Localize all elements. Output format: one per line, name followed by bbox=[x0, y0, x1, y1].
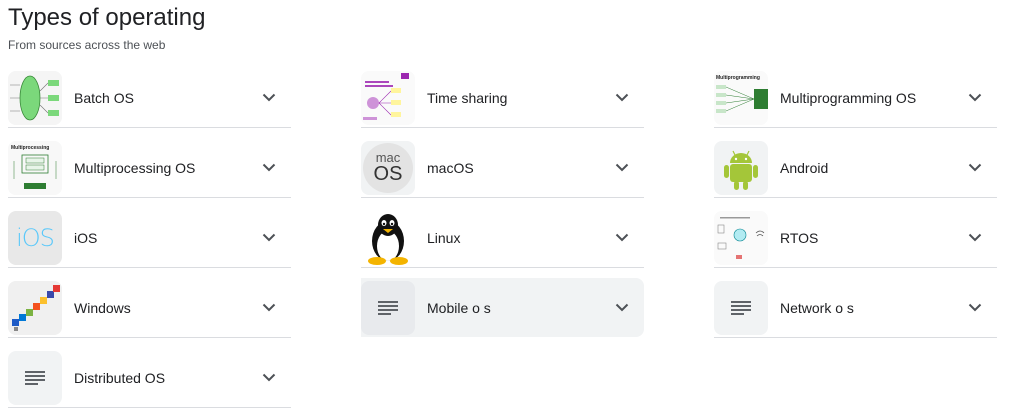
list-item-windows[interactable]: Windows bbox=[8, 278, 291, 338]
item-label: Batch OS bbox=[74, 89, 134, 106]
list-item-ios[interactable]: iOS iOS bbox=[8, 208, 291, 268]
chevron-down-icon[interactable] bbox=[606, 82, 638, 114]
list-item-network-os[interactable]: Network o s bbox=[714, 278, 997, 338]
chevron-down-icon[interactable] bbox=[253, 222, 285, 254]
list-item-multiprocessing-os[interactable]: Multiprocessing Multiprocessing OS bbox=[8, 138, 291, 198]
results-grid: Batch OS Multiprocessing Multiprocessing bbox=[8, 68, 998, 408]
list-item-multiprogramming-os[interactable]: Multiprogramming Multiprogramming OS bbox=[714, 68, 997, 128]
item-label: Network o s bbox=[780, 299, 854, 316]
macos-logo-thumbnail: mac OS bbox=[361, 140, 415, 195]
item-label: Multiprocessing OS bbox=[74, 159, 196, 176]
chevron-down-icon[interactable] bbox=[606, 292, 638, 324]
document-lines-icon bbox=[361, 280, 415, 335]
page-subtitle: From sources across the web bbox=[8, 38, 166, 52]
page-title: Types of operating bbox=[8, 4, 206, 31]
list-item-mobile-os[interactable]: Mobile o s bbox=[361, 278, 644, 337]
multiprogramming-diagram-thumbnail: Multiprogramming bbox=[714, 70, 768, 125]
ios-logo-thumbnail: iOS bbox=[8, 210, 62, 265]
item-label: Time sharing bbox=[427, 89, 508, 106]
android-robot-thumbnail bbox=[714, 140, 768, 195]
column-2: Time sharing mac OS macOS Linux Mobile o… bbox=[361, 68, 644, 347]
rtos-diagram-thumbnail bbox=[714, 210, 768, 265]
chevron-down-icon[interactable] bbox=[959, 292, 991, 324]
chevron-down-icon[interactable] bbox=[959, 82, 991, 114]
list-item-linux[interactable]: Linux bbox=[361, 208, 644, 268]
item-label: iOS bbox=[74, 229, 98, 246]
document-lines-icon bbox=[714, 280, 768, 335]
thumb-text: Multiprocessing bbox=[11, 145, 49, 151]
list-item-macos[interactable]: mac OS macOS bbox=[361, 138, 644, 198]
chevron-down-icon[interactable] bbox=[253, 82, 285, 114]
column-3: Multiprogramming Multiprogramming OS And… bbox=[714, 68, 997, 348]
column-1: Batch OS Multiprocessing Multiprocessing bbox=[8, 68, 291, 418]
item-label: Windows bbox=[74, 299, 131, 316]
chevron-down-icon[interactable] bbox=[959, 152, 991, 184]
multiprocessing-diagram-thumbnail: Multiprocessing bbox=[8, 140, 62, 195]
tux-penguin-thumbnail bbox=[361, 210, 415, 265]
windows-versions-thumbnail bbox=[8, 280, 62, 335]
document-lines-icon bbox=[8, 350, 62, 405]
ios-logo-text: iOS bbox=[16, 223, 55, 252]
item-label: Distributed OS bbox=[74, 369, 166, 386]
chevron-down-icon[interactable] bbox=[606, 152, 638, 184]
item-label: macOS bbox=[427, 159, 474, 176]
list-item-batch-os[interactable]: Batch OS bbox=[8, 68, 291, 128]
list-item-distributed-os[interactable]: Distributed OS bbox=[8, 348, 291, 408]
chevron-down-icon[interactable] bbox=[959, 222, 991, 254]
item-label: Mobile o s bbox=[427, 299, 491, 316]
item-label: Linux bbox=[427, 229, 461, 246]
item-label: Multiprogramming OS bbox=[780, 89, 917, 106]
chevron-down-icon[interactable] bbox=[606, 222, 638, 254]
batch-os-diagram-thumbnail bbox=[8, 70, 62, 125]
thumb-text: Multiprogramming bbox=[716, 75, 760, 81]
list-item-time-sharing[interactable]: Time sharing bbox=[361, 68, 644, 128]
list-item-android[interactable]: Android bbox=[714, 138, 997, 198]
item-label: RTOS bbox=[780, 229, 819, 246]
chevron-down-icon[interactable] bbox=[253, 362, 285, 394]
macos-logo-text-bottom: OS bbox=[373, 163, 403, 185]
chevron-down-icon[interactable] bbox=[253, 292, 285, 324]
time-sharing-diagram-thumbnail bbox=[361, 70, 415, 125]
item-label: Android bbox=[780, 159, 829, 176]
chevron-down-icon[interactable] bbox=[253, 152, 285, 184]
list-item-rtos[interactable]: RTOS bbox=[714, 208, 997, 268]
